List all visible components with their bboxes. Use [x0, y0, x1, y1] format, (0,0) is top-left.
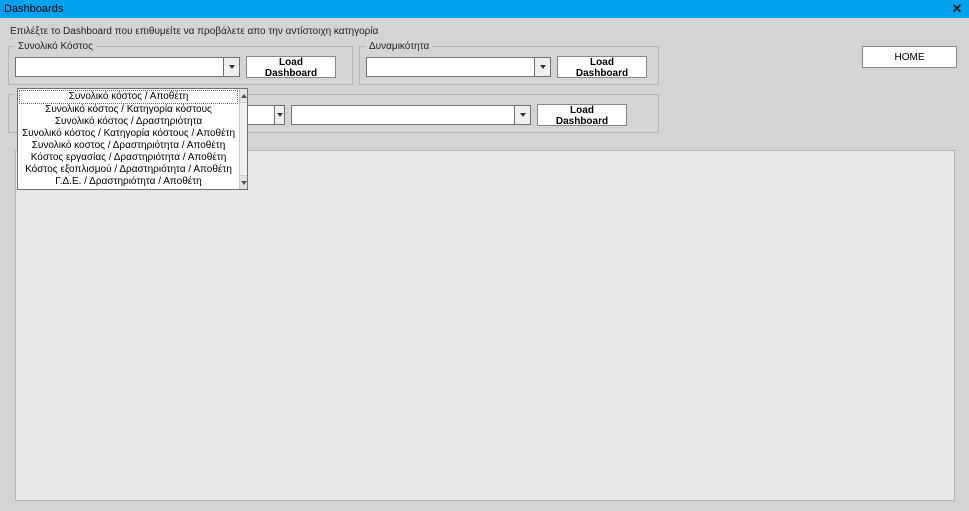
scroll-up-icon[interactable] — [240, 89, 247, 103]
secondary-dropdown-button-1[interactable] — [274, 106, 284, 124]
scroll-down-icon[interactable] — [240, 175, 247, 189]
total-cost-input[interactable] — [16, 58, 223, 76]
home-button[interactable]: HOME — [862, 46, 957, 68]
instruction-text: Επιλέξτε το Dashboard που επιθυμείτε να … — [10, 26, 959, 37]
dropdown-item[interactable]: Συνολικό κοστος / Δραστηριότητα / Αποθέτ… — [18, 140, 239, 152]
total-cost-dropdown-list[interactable]: Συνολικό κόστος / Αποθέτη Συνολικό κόστο… — [17, 88, 248, 190]
dropdown-scrollbar[interactable] — [239, 89, 247, 189]
dashboard-content-panel — [15, 150, 955, 501]
dropdown-item[interactable]: Συνολικό κόστος / Δραστηριότητα — [18, 116, 239, 128]
chevron-down-icon — [229, 65, 235, 69]
dropdown-item[interactable]: Κόστος εργασίας / Δραστηριότητα / Αποθέτ… — [18, 152, 239, 164]
dropdown-item[interactable]: Κόστος εξοπλισμού / Δραστηριότητα / Αποθ… — [18, 164, 239, 176]
secondary-input-2[interactable] — [292, 106, 514, 124]
capacity-combobox[interactable] — [366, 57, 551, 77]
secondary-dropdown-button-2[interactable] — [514, 106, 530, 124]
dropdown-item[interactable]: Συνολικό κόστος / Αποθέτη — [19, 90, 238, 104]
chevron-down-icon — [277, 113, 283, 117]
total-cost-dropdown-button[interactable] — [223, 58, 239, 76]
dropdown-item[interactable]: Γ.Δ.Ε. / Δραστηριότητα / Αποθέτη — [18, 176, 239, 188]
secondary-combobox-2[interactable] — [291, 105, 531, 125]
total-cost-combobox[interactable] — [15, 57, 240, 77]
dropdown-item[interactable]: Συνολικό κόστος / Κατηγορία κόστους / Απ… — [18, 128, 239, 140]
group-capacity-legend: Δυναμικότητα — [366, 41, 432, 52]
group-capacity: Δυναμικότητα Load Dashboard — [359, 41, 659, 85]
dropdown-item[interactable]: Συνολικό κόστος / Κατηγορία κόστους — [18, 104, 239, 116]
total-cost-load-button[interactable]: Load Dashboard — [246, 56, 336, 78]
chevron-down-icon — [540, 65, 546, 69]
group-total-cost: Συνολικό Κόστος Load Dashboard — [8, 41, 353, 85]
capacity-input[interactable] — [367, 58, 534, 76]
window-title: Dashboards — [4, 3, 63, 15]
close-icon[interactable]: ✕ — [949, 1, 965, 17]
title-bar: Dashboards ✕ — [0, 0, 969, 18]
secondary-load-button[interactable]: Load Dashboard — [537, 104, 627, 126]
capacity-load-button[interactable]: Load Dashboard — [557, 56, 647, 78]
chevron-down-icon — [520, 113, 526, 117]
group-total-cost-legend: Συνολικό Κόστος — [15, 41, 96, 52]
capacity-dropdown-button[interactable] — [534, 58, 550, 76]
